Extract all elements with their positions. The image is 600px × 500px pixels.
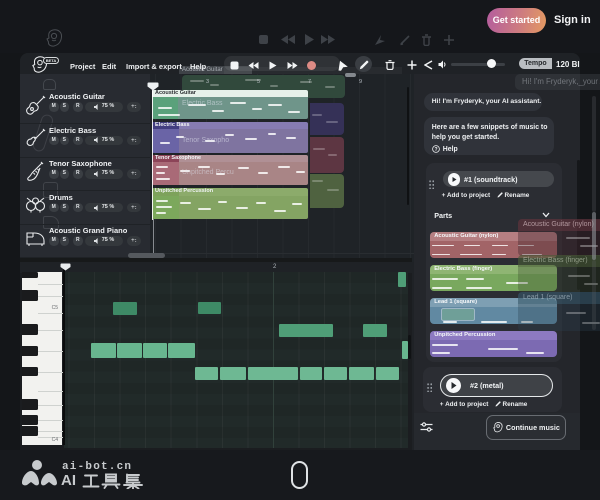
svg-text:?: ? [434, 147, 437, 153]
